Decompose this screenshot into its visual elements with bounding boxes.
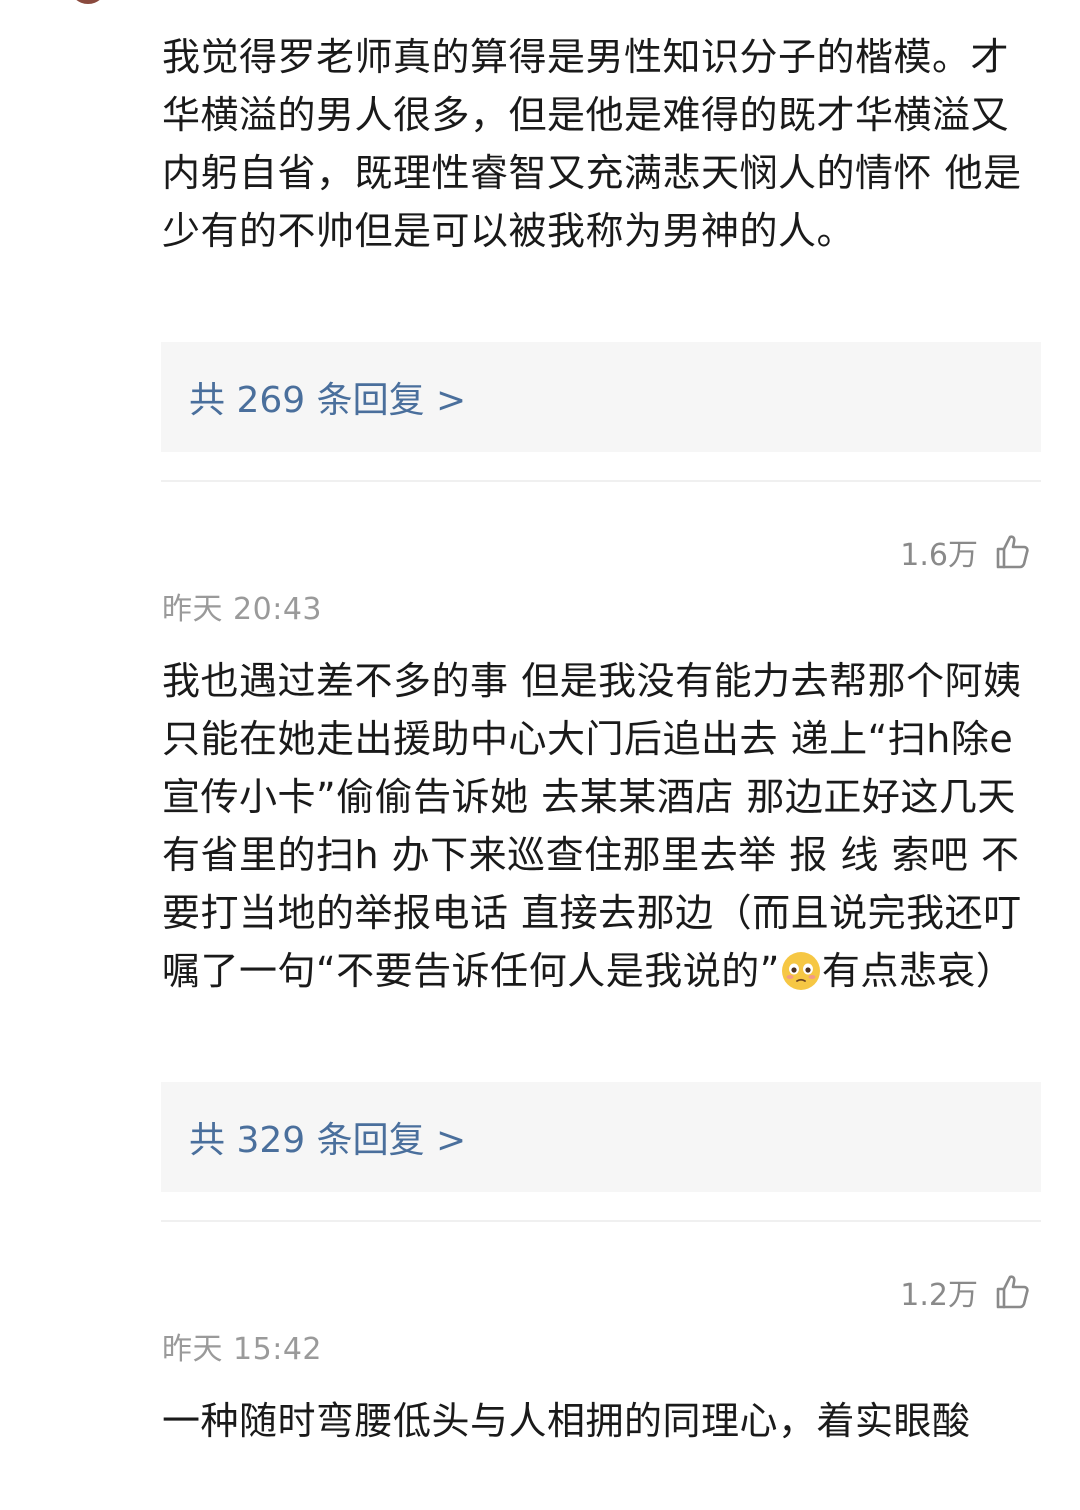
comment-1-replies-button[interactable]: 共 269 条回复 >	[161, 342, 1041, 452]
flushed-face-icon	[780, 950, 822, 992]
divider	[161, 480, 1041, 482]
comment-2-text-part2: 有点悲哀）	[821, 949, 1015, 993]
comment-3-like-count: 1.2万	[900, 1278, 978, 1313]
comment-2-text: 我也遇过差不多的事 但是我没有能力去帮那个阿姨 只能在她走出援助中心大门后追出去…	[162, 652, 1042, 1000]
comment-2-text-part1: 我也遇过差不多的事 但是我没有能力去帮那个阿姨 只能在她走出援助中心大门后追出去…	[162, 659, 1022, 993]
comment-2-like-count: 1.6万	[900, 538, 978, 573]
comment-2-like-button[interactable]: 1.6万	[900, 530, 1032, 574]
comment-2-replies-label: 共 329 条回复 >	[189, 1120, 467, 1161]
comment-2-timestamp: 昨天 20:43	[162, 592, 322, 627]
comment-1-replies-label: 共 269 条回复 >	[189, 380, 467, 421]
thumbs-up-icon[interactable]	[992, 1272, 1032, 1312]
thumbs-up-icon[interactable]	[992, 532, 1032, 572]
comment-3-timestamp: 昨天 15:42	[162, 1332, 322, 1367]
comment-3-text: 一种随时弯腰低头与人相拥的同理心，着实眼酸	[162, 1399, 971, 1443]
divider	[161, 1220, 1041, 1222]
comment-3-like-button[interactable]: 1.2万	[900, 1270, 1032, 1314]
comment-2-replies-button[interactable]: 共 329 条回复 >	[161, 1082, 1041, 1192]
comment-1-text: 我觉得罗老师真的算得是男性知识分子的楷模。才华横溢的男人很多，但是他是难得的既才…	[162, 35, 1022, 253]
avatar[interactable]	[70, 0, 106, 4]
